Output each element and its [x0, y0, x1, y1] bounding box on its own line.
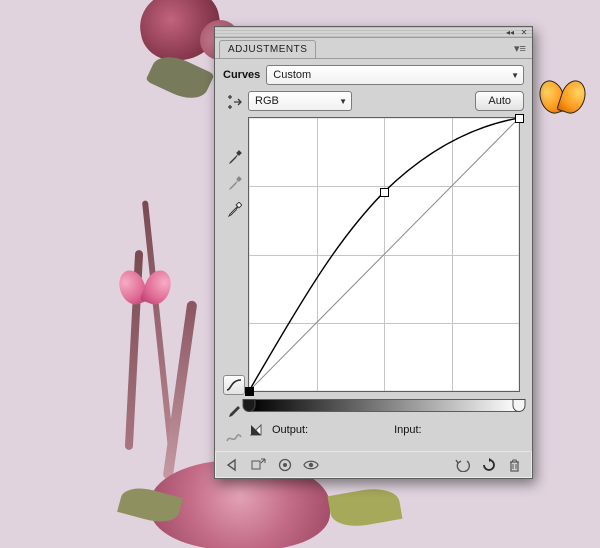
close-icon[interactable]: ✕: [519, 29, 529, 36]
panel-menu-icon[interactable]: ▾≡: [512, 40, 528, 56]
reset-icon[interactable]: [478, 456, 498, 474]
panel-tabbar: ADJUSTMENTS ▾≡: [215, 38, 532, 59]
curve-point-shadow[interactable]: [245, 387, 254, 396]
tool-column: [223, 91, 245, 447]
panel-titlebar[interactable]: ◂◂ ✕: [215, 27, 532, 38]
channel-value: RGB: [255, 95, 325, 107]
panel-footer: [215, 451, 532, 478]
pencil-mode-icon[interactable]: [224, 403, 244, 421]
eyedropper-white-icon[interactable]: [224, 201, 244, 219]
preset-dropdown[interactable]: Custom ▼: [266, 65, 524, 85]
auto-button-label: Auto: [488, 95, 511, 107]
output-label: Output:: [272, 424, 308, 436]
white-point-slider[interactable]: [513, 399, 526, 412]
trash-icon[interactable]: [504, 456, 524, 474]
curve-svg: [249, 118, 519, 391]
tab-adjustments[interactable]: ADJUSTMENTS: [219, 40, 316, 58]
input-label: Input:: [394, 424, 422, 436]
channel-dropdown[interactable]: RGB ▼: [248, 91, 352, 111]
eyedropper-black-icon[interactable]: [224, 149, 244, 167]
back-icon[interactable]: [223, 456, 243, 474]
previous-state-icon[interactable]: [452, 456, 472, 474]
black-point-slider[interactable]: [243, 399, 256, 412]
eyedropper-gray-icon[interactable]: [224, 175, 244, 193]
curve-point-highlight[interactable]: [515, 114, 524, 123]
preset-value: Custom: [273, 69, 497, 81]
clip-to-layer-icon[interactable]: [275, 456, 295, 474]
io-readout: Output: Input:: [248, 422, 524, 438]
smooth-icon[interactable]: [224, 429, 244, 447]
clip-warning-icon[interactable]: [248, 422, 264, 438]
visibility-icon[interactable]: [301, 456, 321, 474]
chevron-down-icon: ▼: [497, 71, 519, 80]
curve-point-mid[interactable]: [380, 188, 389, 197]
curve-mode-icon[interactable]: [223, 375, 245, 395]
curves-graph[interactable]: [248, 117, 520, 392]
tab-label: ADJUSTMENTS: [228, 44, 307, 55]
adjustment-title: Curves: [223, 69, 260, 81]
targeted-adjustment-icon[interactable]: [224, 93, 244, 111]
auto-button[interactable]: Auto: [475, 91, 524, 111]
input-ramp[interactable]: [248, 399, 520, 412]
expand-view-icon[interactable]: [249, 456, 269, 474]
collapse-icon[interactable]: ◂◂: [505, 29, 515, 36]
adjustments-panel: ◂◂ ✕ ADJUSTMENTS ▾≡ Curves Custom ▼: [214, 26, 533, 479]
chevron-down-icon: ▼: [325, 97, 347, 106]
